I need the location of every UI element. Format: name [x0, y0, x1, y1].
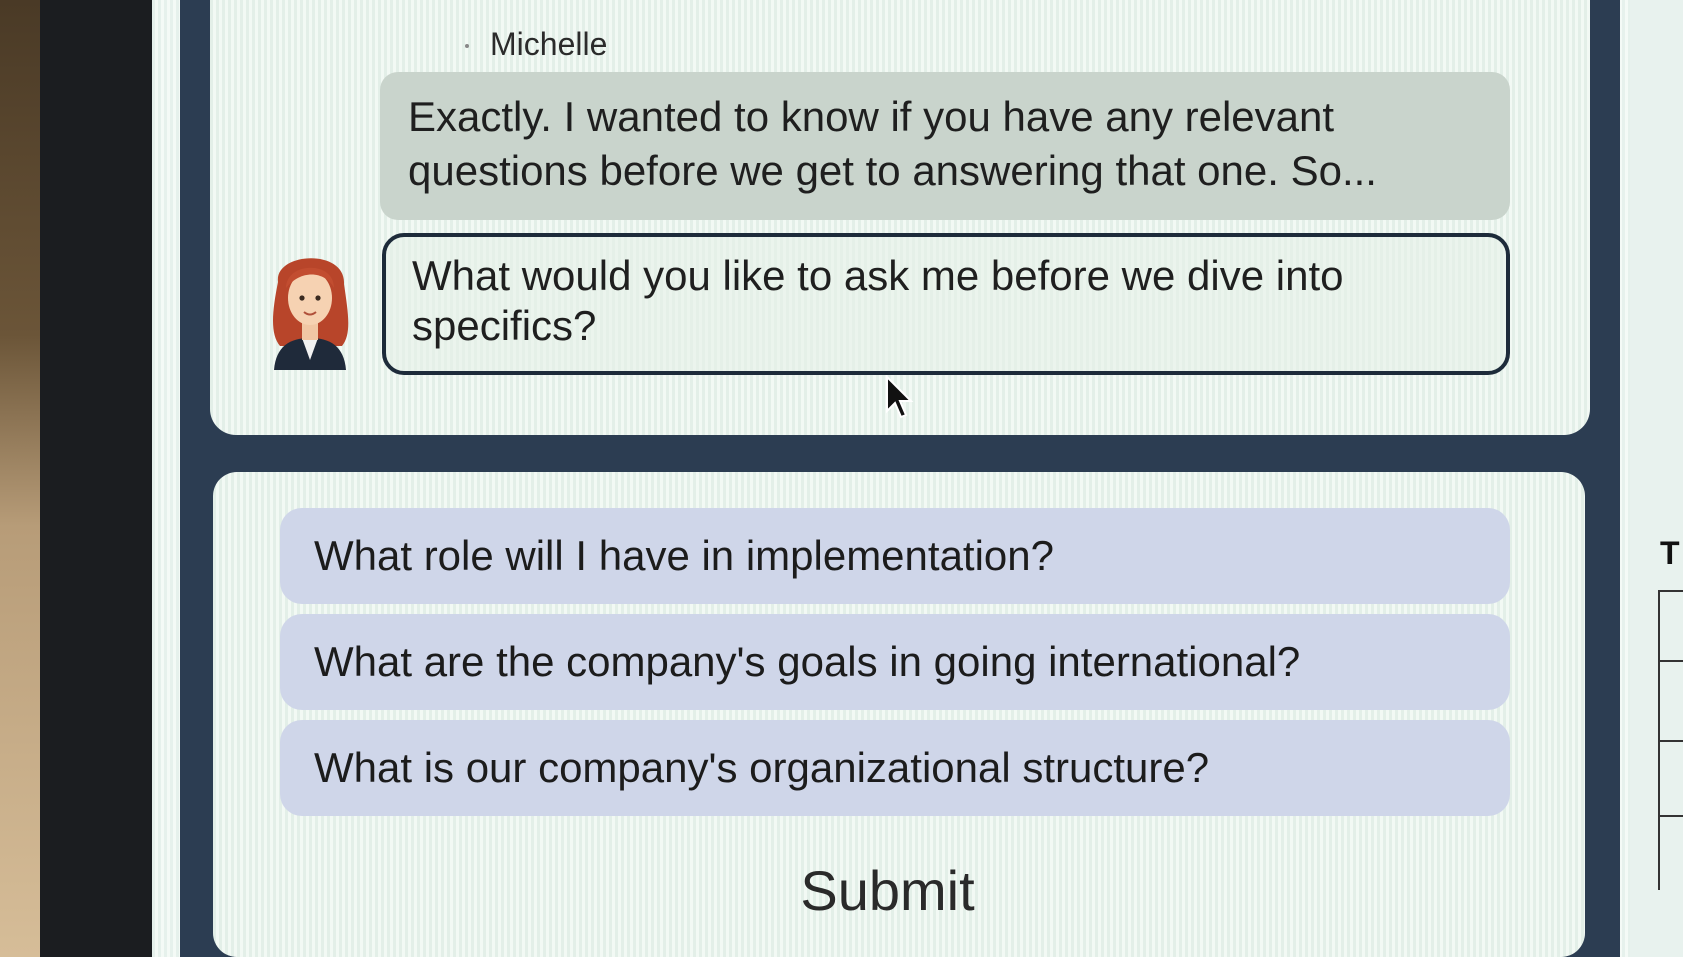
prompt-bubble: What would you like to ask me before we … — [382, 233, 1510, 375]
adjacent-table-divider — [1658, 740, 1683, 742]
option-company-goals-international[interactable]: What are the company's goals in going in… — [280, 614, 1510, 710]
option-label: What role will I have in implementation? — [314, 532, 1055, 579]
adjacent-table-divider — [1658, 660, 1683, 662]
message-bubble: Exactly. I wanted to know if you have an… — [380, 72, 1510, 220]
option-label: What is our company's organizational str… — [314, 744, 1210, 791]
adjacent-table-divider — [1658, 815, 1683, 817]
submit-button[interactable]: Submit — [770, 850, 1005, 930]
mouse-cursor-icon — [885, 374, 915, 421]
option-organizational-structure[interactable]: What is our company's organizational str… — [280, 720, 1510, 816]
option-role-in-implementation[interactable]: What role will I have in implementation? — [280, 508, 1510, 604]
adjacent-panel: T — [1630, 0, 1683, 957]
speaker-name: Michelle — [490, 26, 608, 62]
woman-avatar-icon — [268, 242, 352, 370]
adjacent-panel-heading: T — [1660, 535, 1680, 571]
speaker-bullet — [465, 44, 469, 48]
option-label: What are the company's goals in going in… — [314, 638, 1301, 685]
